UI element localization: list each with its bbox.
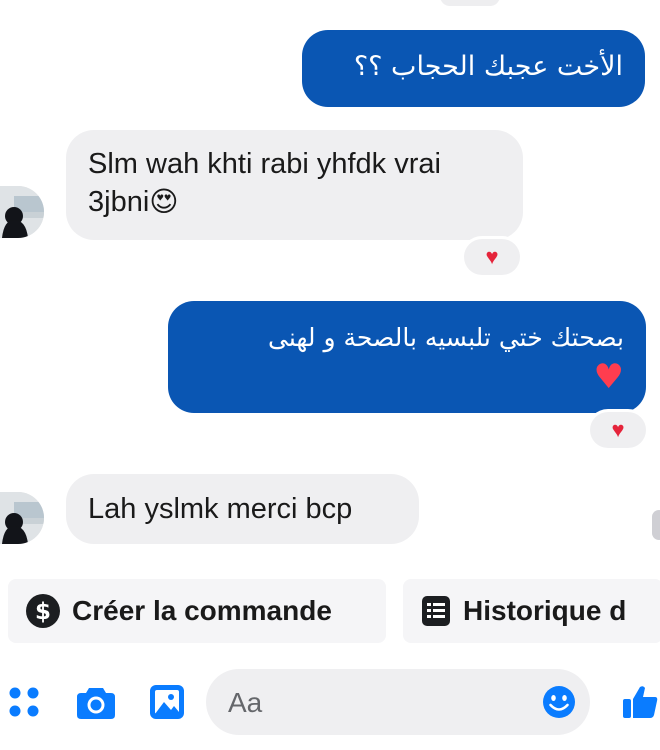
camera-icon[interactable] xyxy=(76,686,116,720)
reaction-glyph: ♥ xyxy=(611,417,625,442)
avatar[interactable] xyxy=(0,186,44,238)
message-text: بصحتك ختي تلبسيه بالصحة و لهنى xyxy=(268,323,624,352)
svg-text:$: $ xyxy=(35,599,51,625)
message-bubble-outgoing[interactable]: الأخت عجبك الحجاب ؟؟ xyxy=(302,30,645,107)
message-text: الأخت عجبك الحجاب ؟؟ xyxy=(353,51,623,82)
heart-reaction-icon[interactable]: ♥ xyxy=(464,239,520,275)
message-composer[interactable] xyxy=(206,669,590,735)
message-bubble-outgoing[interactable]: بصحتك ختي تلبسيه بالصحة و لهنى ♥ xyxy=(168,301,646,413)
chip-label: Créer la commande xyxy=(72,595,332,626)
message-bubble-incoming[interactable]: Lah yslmk merci bcp xyxy=(66,474,419,544)
heart-emoji-icon: ♥ xyxy=(593,357,624,397)
avatar[interactable] xyxy=(0,492,44,544)
order-history-button[interactable]: Historique d xyxy=(403,579,660,643)
message-input[interactable] xyxy=(226,685,520,721)
thumbs-up-icon[interactable] xyxy=(622,684,658,720)
create-order-button[interactable]: $ Créer la commande xyxy=(8,579,386,643)
chip-label: Historique d xyxy=(463,595,627,626)
heart-eyes-emoji-icon: 😍 xyxy=(149,186,179,217)
message-text: Lah yslmk merci bcp xyxy=(88,493,353,525)
receipt-icon xyxy=(422,596,450,626)
emoji-icon[interactable] xyxy=(542,685,576,719)
read-receipt-avatar xyxy=(652,510,660,540)
apps-icon[interactable] xyxy=(8,686,40,718)
message-bubble-incoming[interactable]: Slm wah khti rabi yhfdk vrai 3jbni😍 xyxy=(66,130,523,240)
dollar-circle-icon: $ xyxy=(26,594,60,628)
reaction-glyph: ♥ xyxy=(485,244,499,269)
heart-reaction-icon[interactable]: ♥ xyxy=(590,412,646,448)
previous-message-edge xyxy=(440,0,500,6)
message-text: Slm wah khti rabi yhfdk vrai 3jbni xyxy=(88,148,441,218)
gallery-icon[interactable] xyxy=(149,684,185,720)
